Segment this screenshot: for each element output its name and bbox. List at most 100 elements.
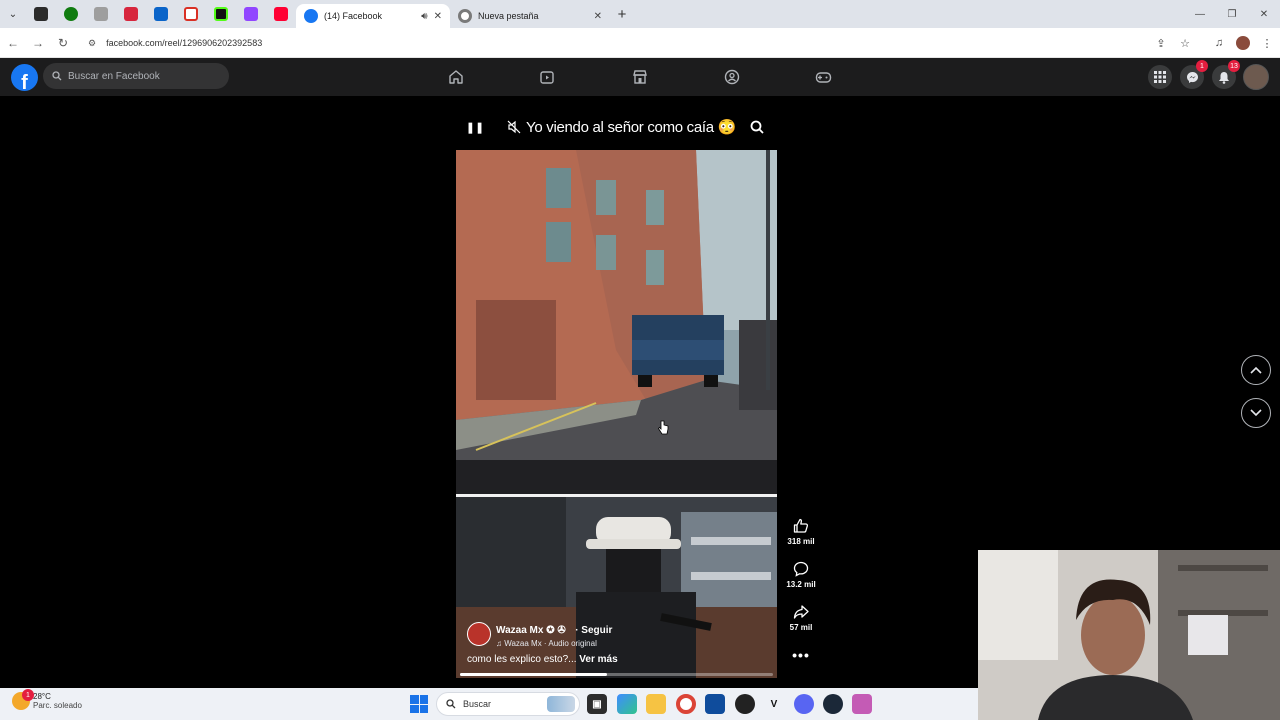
search-highlight-icon: [547, 696, 575, 712]
weather-sun-icon: 1: [12, 689, 34, 710]
tab-close-icon[interactable]: ✕: [434, 11, 442, 22]
url-text: facebook.com/reel/1296906202392583: [106, 38, 263, 48]
next-reel-button[interactable]: [1241, 398, 1271, 428]
thumbs-up-icon: [793, 518, 809, 533]
like-button[interactable]: 318 mil: [784, 516, 818, 546]
weather-widget[interactable]: 1 28°C Parc. soleado: [12, 689, 82, 710]
store-icon[interactable]: [705, 694, 725, 714]
close-window-icon[interactable]: ✕: [1248, 0, 1280, 28]
pinned-tab-gmail[interactable]: [176, 0, 206, 28]
video-street-scene: [456, 150, 777, 496]
pinned-tab-app[interactable]: [26, 0, 56, 28]
weather-temperature: 28°C: [33, 692, 51, 701]
speaker-icon[interactable]: 🔊︎: [421, 11, 427, 22]
author-row: Wazaa Mx ✪ ✇ · Seguir ♫ Wazaa Mx · Audio…: [467, 620, 767, 648]
messenger-button[interactable]: 1: [1180, 60, 1208, 89]
reel-actions: 318 mil 13.2 mil 57 mil •••: [784, 516, 818, 678]
address-bar-row: ← → ↻ ⚙︎ facebook.com/reel/1296906202392…: [0, 28, 1280, 58]
more-options-button[interactable]: •••: [784, 645, 818, 665]
pinned-tab-youtube[interactable]: [266, 0, 296, 28]
task-view-icon[interactable]: ▣: [587, 694, 607, 714]
app-extra-icon[interactable]: [852, 694, 872, 714]
discord-icon[interactable]: [794, 694, 814, 714]
author-avatar[interactable]: [467, 622, 491, 646]
new-tab-button[interactable]: +: [610, 2, 634, 26]
audio-label[interactable]: ♫ Wazaa Mx · Audio original: [496, 639, 612, 648]
reel-description: como les explico esto?... Ver más: [467, 654, 767, 665]
gmail-icon: [184, 7, 198, 21]
taskbar-search-input[interactable]: Buscar: [436, 692, 580, 716]
pinned-tab-outlook[interactable]: [146, 0, 176, 28]
kick-icon: [214, 7, 228, 21]
see-more-link[interactable]: Ver más: [579, 654, 617, 665]
pinned-tab-roblox[interactable]: [116, 0, 146, 28]
nav-gaming[interactable]: [808, 58, 838, 96]
back-icon[interactable]: ←: [1, 31, 25, 55]
reload-icon[interactable]: ↻: [51, 31, 75, 55]
steam-icon[interactable]: [823, 694, 843, 714]
previous-reel-button[interactable]: [1241, 355, 1271, 385]
nav-video[interactable]: [532, 58, 562, 96]
share-button[interactable]: 57 mil: [784, 602, 818, 632]
weather-condition: Parc. soleado: [33, 701, 82, 710]
comment-button[interactable]: 13.2 mil: [784, 559, 818, 589]
nav-marketplace[interactable]: [625, 58, 655, 96]
nav-home[interactable]: [441, 58, 471, 96]
twitch-icon: [244, 7, 258, 21]
tab-search-chevron-icon[interactable]: ⌄: [0, 0, 26, 28]
home-icon: [449, 70, 463, 84]
facebook-logo-icon[interactable]: f: [11, 64, 38, 91]
menu-button[interactable]: [1148, 65, 1172, 89]
notifications-button[interactable]: 13: [1212, 60, 1240, 89]
comment-count: 13.2 mil: [786, 580, 816, 589]
reel-search-icon[interactable]: [746, 116, 768, 138]
progress-bar[interactable]: [460, 673, 773, 676]
youtube-icon: [274, 7, 288, 21]
chrome-icon: [458, 9, 472, 23]
divider: [1198, 32, 1206, 54]
windows-start-icon[interactable]: [410, 695, 428, 713]
minimize-icon[interactable]: —: [1184, 0, 1216, 28]
author-name[interactable]: Wazaa Mx ✪ ✇: [496, 625, 566, 636]
url-field[interactable]: ⚙︎ facebook.com/reel/1296906202392583: [80, 32, 1180, 54]
profile-avatar-icon[interactable]: [1232, 32, 1254, 54]
obs-icon[interactable]: [735, 694, 755, 714]
windows-taskbar: 1 28°C Parc. soleado Buscar ▣ V: [0, 688, 978, 720]
install-app-icon[interactable]: ⇪: [1150, 32, 1172, 54]
apps-grid-icon: [1154, 71, 1166, 83]
maximize-icon[interactable]: ❐: [1216, 0, 1248, 28]
mute-icon[interactable]: [503, 116, 525, 138]
facebook-search-input[interactable]: Buscar en Facebook: [43, 63, 229, 89]
chrome-taskbar-icon[interactable]: [676, 694, 696, 714]
copilot-icon[interactable]: [617, 694, 637, 714]
forward-icon[interactable]: →: [26, 31, 50, 55]
pause-icon[interactable]: ❚❚: [464, 116, 486, 138]
nav-groups[interactable]: [717, 58, 747, 96]
more-dots-icon: •••: [792, 647, 810, 663]
pinned-tab-xbox[interactable]: [56, 0, 86, 28]
app-v-icon[interactable]: V: [764, 694, 784, 714]
menu-kebab-icon[interactable]: ⋮: [1256, 32, 1278, 54]
pinned-tab-twitch[interactable]: [236, 0, 266, 28]
pinned-tab-kick[interactable]: [206, 0, 236, 28]
tab-new-tab[interactable]: Nueva pestaña ✕: [450, 4, 610, 28]
docs-icon: [94, 7, 108, 21]
marketplace-icon: [633, 70, 647, 84]
progress-fill: [460, 673, 608, 676]
share-icon: [793, 605, 809, 619]
bookmark-star-icon[interactable]: ☆: [1174, 32, 1196, 54]
site-settings-icon[interactable]: ⚙︎: [88, 38, 96, 49]
reel-top-bar: ❚❚ Yo viendo al señor como caía 😳: [456, 110, 776, 144]
follow-button[interactable]: · Seguir: [575, 625, 612, 636]
address-bar-actions: ⇪ ☆ ♫ ⋮: [1150, 28, 1280, 58]
account-avatar[interactable]: [1243, 64, 1269, 90]
tab-facebook[interactable]: (14) Facebook 🔊︎ ✕: [296, 4, 450, 28]
tab-title: Nueva pestaña: [478, 11, 539, 21]
tab-title: (14) Facebook: [324, 11, 383, 21]
file-explorer-icon[interactable]: [646, 694, 666, 714]
reel-info-overlay: Wazaa Mx ✪ ✇ · Seguir ♫ Wazaa Mx · Audio…: [467, 620, 767, 665]
pinned-tab-docs[interactable]: [86, 0, 116, 28]
media-control-icon[interactable]: ♫: [1208, 32, 1230, 54]
reel-video[interactable]: Wazaa Mx ✪ ✇ · Seguir ♫ Wazaa Mx · Audio…: [456, 150, 777, 678]
tab-close-icon[interactable]: ✕: [594, 11, 602, 22]
